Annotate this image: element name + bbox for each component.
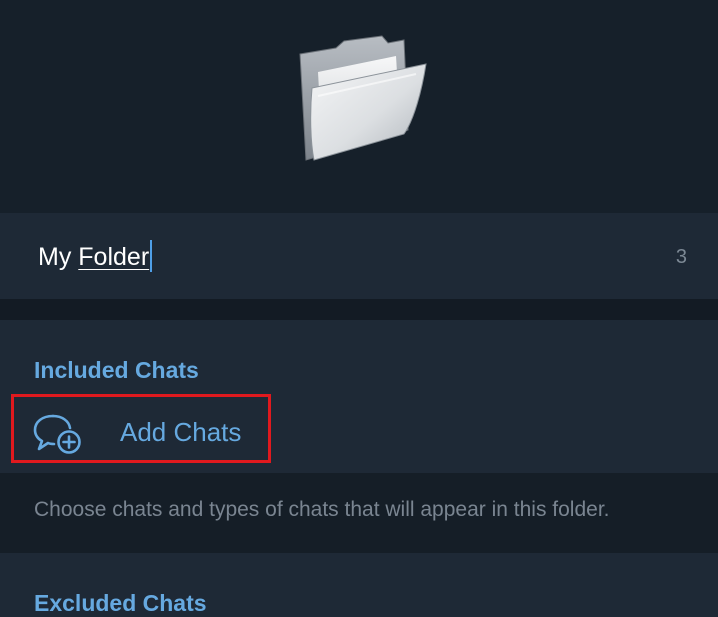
folder-edit-screen: My Folder 3 Included Chats Add Chats Cho…	[0, 0, 718, 617]
section-divider	[0, 299, 718, 320]
char-counter: 3	[675, 246, 687, 268]
folder-icon	[299, 35, 427, 161]
add-chats-label[interactable]: Add Chats	[120, 416, 241, 448]
included-chats-header: Included Chats	[34, 357, 199, 383]
folder-illustration-area	[0, 0, 718, 213]
chat-add-icon	[33, 414, 81, 454]
text-caret	[150, 240, 153, 273]
included-chats-hint: Choose chats and types of chats that wil…	[34, 498, 610, 521]
folder-name-word: Folder	[78, 243, 150, 271]
folder-name-input[interactable]: My Folder	[38, 240, 153, 274]
folder-name-prefix: My	[38, 243, 79, 271]
excluded-chats-header: Excluded Chats	[34, 590, 207, 616]
